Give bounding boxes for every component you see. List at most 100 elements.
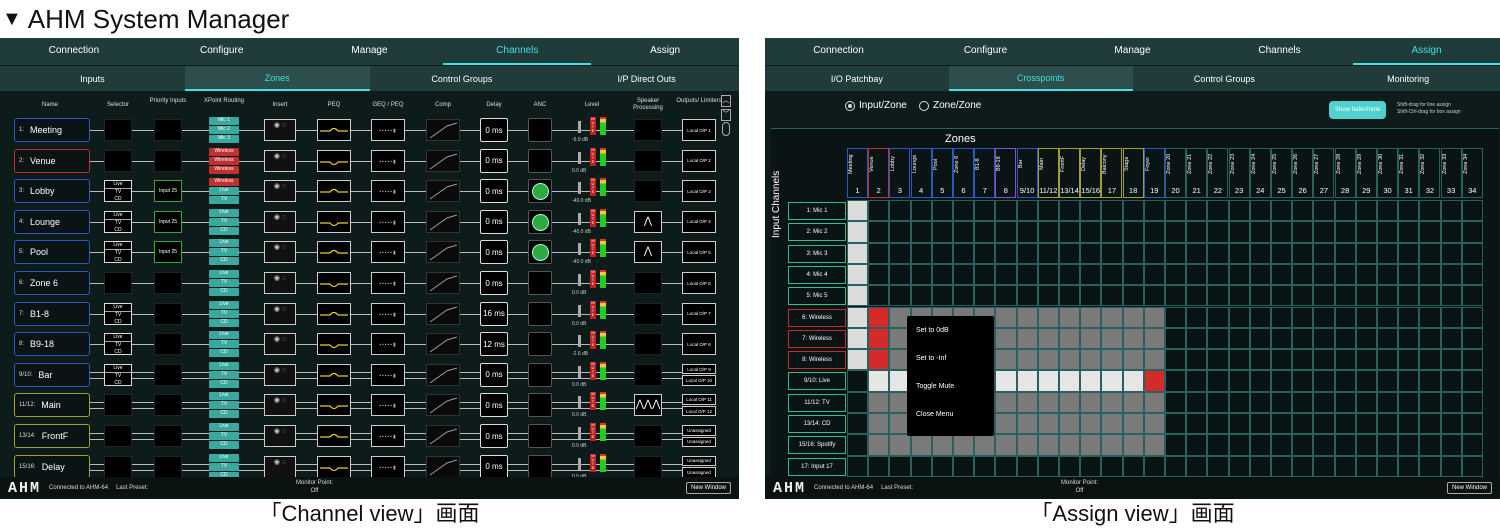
delay-field[interactable]: 12 ms <box>480 332 508 357</box>
crosspoint-cell[interactable] <box>1037 263 1059 286</box>
crosspoint-cell[interactable] <box>1165 242 1187 264</box>
delay-field[interactable]: 16 ms <box>480 301 508 326</box>
level-fader[interactable]: M U T E -5.9 dB <box>572 117 612 143</box>
crosspoint-cell[interactable] <box>1292 434 1314 456</box>
crosspoint-cell[interactable] <box>1398 263 1420 286</box>
crosspoint-cell[interactable] <box>1122 242 1144 264</box>
crosspoint-cell[interactable] <box>1143 242 1165 264</box>
crosspoint-cell[interactable] <box>953 263 975 286</box>
crosspoint-cell[interactable] <box>1249 434 1271 456</box>
crosspoint-cell[interactable] <box>1377 327 1399 350</box>
insert-block[interactable]: ◉ ◌ <box>264 149 296 172</box>
crosspoint-cell[interactable] <box>847 370 869 392</box>
crosspoint-cell[interactable] <box>1016 285 1038 307</box>
crosspoint-cell[interactable] <box>1419 455 1441 477</box>
crosspoint-cell[interactable] <box>1355 455 1377 477</box>
input-row-label[interactable]: 15/16: Spotify <box>788 436 846 455</box>
crosspoint-cell[interactable] <box>995 263 1017 286</box>
crosspoint-cell[interactable] <box>1037 327 1059 350</box>
crosspoint-cell[interactable] <box>1101 200 1123 222</box>
comp-block[interactable] <box>426 210 460 233</box>
crosspoint-cell[interactable] <box>1440 349 1462 371</box>
crosspoint-cell[interactable] <box>868 413 890 435</box>
geq-peq-block[interactable]: ▪▪▪▪▪▮ <box>371 180 405 203</box>
zone-name-field[interactable]: 11/12: Main <box>14 393 90 418</box>
anc-block[interactable] <box>528 179 552 204</box>
crosspoint-cell[interactable] <box>910 455 932 477</box>
crosspoint-cell[interactable] <box>1101 455 1123 477</box>
crosspoint-cell[interactable] <box>1377 455 1399 477</box>
comp-block[interactable] <box>426 272 460 294</box>
crosspoint-cell[interactable] <box>1334 455 1356 477</box>
crosspoint-cell[interactable] <box>1398 455 1420 477</box>
crosspoint-cell[interactable] <box>1377 306 1399 328</box>
zone-column-header[interactable]: Pool 5 <box>931 148 953 198</box>
output-block[interactable]: Unassigned Unassigned <box>682 455 716 478</box>
mute-button[interactable]: MUTE <box>590 147 596 166</box>
crosspoint-cell[interactable] <box>1207 285 1229 307</box>
crosspoint-cell[interactable] <box>1016 200 1038 222</box>
crosspoint-cell[interactable] <box>1165 391 1187 413</box>
crosspoint-cell[interactable] <box>1398 285 1420 307</box>
crosspoint-cell[interactable] <box>1101 221 1123 243</box>
crosspoint-cell[interactable] <box>1101 306 1123 328</box>
zone-column-header[interactable]: Zone 31 31 <box>1398 148 1420 198</box>
zone-column-header[interactable]: Lounge 4 <box>910 148 932 198</box>
input-row-label[interactable]: 6: Wireless <box>788 308 846 327</box>
crosspoint-cell[interactable] <box>1101 434 1123 456</box>
crosspoint-cell[interactable] <box>1313 455 1335 477</box>
crosspoint-cell[interactable] <box>1165 285 1187 307</box>
crosspoint-cell[interactable] <box>1207 200 1229 222</box>
crosspoint-cell[interactable] <box>931 455 953 477</box>
zone-column-header[interactable]: Meeting 1 <box>847 148 868 198</box>
crosspoint-cell[interactable] <box>1101 285 1123 307</box>
crosspoint-cell[interactable] <box>1249 306 1271 328</box>
crosspoint-cell[interactable] <box>1059 200 1081 222</box>
crosspoint-cell[interactable] <box>974 200 996 222</box>
crosspoint-cell[interactable] <box>1355 242 1377 264</box>
crosspoint-cell[interactable] <box>1101 391 1123 413</box>
crosspoint-cell[interactable] <box>1165 413 1187 435</box>
crosspoint-cell[interactable] <box>1313 434 1335 456</box>
geq-peq-block[interactable]: ▪▪▪▪▪▮ <box>371 210 405 233</box>
crosspoint-cell[interactable] <box>931 285 953 307</box>
zone-column-header[interactable]: Zone 27 27 <box>1313 148 1335 198</box>
crosspoint-cell[interactable] <box>1398 200 1420 222</box>
geq-peq-block[interactable]: ▪▪▪▪▪▮ <box>371 363 405 386</box>
crosspoint-cell[interactable] <box>1377 413 1399 435</box>
crosspoint-cell[interactable] <box>1377 285 1399 307</box>
comp-block[interactable] <box>426 363 460 386</box>
new-window-button[interactable]: New Window <box>685 482 731 494</box>
crosspoint-cell[interactable] <box>931 221 953 243</box>
crosspoint-cell[interactable] <box>847 306 869 328</box>
crosspoint-cell[interactable] <box>1101 413 1123 435</box>
menu-item-set-to-inf[interactable]: Set to -Inf <box>907 344 994 372</box>
crosspoint-cell[interactable] <box>1461 434 1483 456</box>
crosspoint-cell[interactable] <box>953 455 975 477</box>
comp-block[interactable] <box>426 455 460 478</box>
crosspoint-cell[interactable] <box>1355 221 1377 243</box>
crosspoint-cell[interactable] <box>1313 391 1335 413</box>
crosspoint-cell[interactable] <box>1461 263 1483 286</box>
crosspoint-cell[interactable] <box>931 434 953 456</box>
crosspoint-cell[interactable] <box>1059 370 1081 392</box>
crosspoint-cell[interactable] <box>1313 200 1335 222</box>
crosspoint-cell[interactable] <box>847 200 869 222</box>
crosspoint-cell[interactable] <box>1080 263 1102 286</box>
crosspoint-cell[interactable] <box>1271 434 1293 456</box>
zone-column-header[interactable]: Venue 2 <box>868 148 890 198</box>
crosspoint-cell[interactable] <box>868 434 890 456</box>
zone-column-header[interactable]: B1-8 7 <box>974 148 996 198</box>
zone-column-header[interactable]: Zone 25 25 <box>1271 148 1292 198</box>
crosspoint-cell[interactable] <box>1016 370 1038 392</box>
crosspoint-cell[interactable] <box>1249 200 1271 222</box>
peq-block[interactable] <box>317 119 351 141</box>
crosspoint-cell[interactable] <box>1461 370 1483 392</box>
crosspoint-cell[interactable] <box>1122 349 1144 371</box>
delay-field[interactable]: 0 ms <box>480 362 508 387</box>
crosspoint-cell[interactable] <box>974 242 996 264</box>
speaker-processing-block[interactable]: ⋀ <box>634 241 662 264</box>
delay-field[interactable]: 0 ms <box>480 271 508 295</box>
comp-block[interactable] <box>426 394 460 417</box>
input-row-label[interactable]: 5: Mic 5 <box>788 287 846 306</box>
